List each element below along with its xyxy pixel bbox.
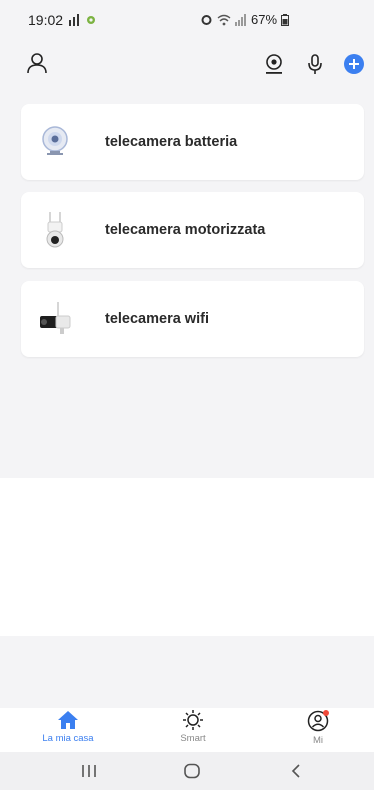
battery-icon [281, 13, 290, 26]
camera-icon [266, 54, 282, 74]
recent-apps-icon [82, 765, 96, 777]
device-card[interactable]: telecamera wifi [21, 281, 364, 357]
home-icon [58, 711, 78, 729]
tab-home[interactable]: La mia casa [28, 710, 108, 744]
back-button[interactable] [285, 760, 307, 782]
bottom-spacer [0, 636, 374, 708]
motorized-camera-icon [35, 210, 75, 250]
microphone-button[interactable] [303, 52, 327, 76]
tab-me-label: Mi [312, 735, 324, 746]
cell-signal-icon [235, 13, 246, 26]
person-outline-icon [27, 53, 47, 74]
device-name: telecamera wifi [105, 311, 209, 327]
wifi-camera-icon [35, 299, 75, 339]
recent-apps-button[interactable] [78, 760, 100, 782]
device-card[interactable]: telecamera batteria [21, 104, 364, 180]
status-time: 19:02 [28, 12, 64, 28]
system-nav-bar [0, 752, 374, 790]
notification-dot-icon [323, 710, 329, 716]
device-name: telecamera motorizzata [105, 222, 266, 238]
user-circle-icon [307, 710, 329, 732]
tab-smart[interactable]: Smart [153, 710, 233, 744]
alarm-icon [201, 15, 212, 25]
header-bar [0, 40, 374, 90]
sun-icon [183, 710, 203, 730]
battery-percent: 67% [251, 12, 278, 27]
home-nav-button[interactable] [181, 760, 203, 782]
home-nav-icon [184, 763, 200, 779]
add-device-button[interactable] [342, 52, 366, 76]
tab-smart-label: Smart [180, 733, 206, 744]
tab-home-label: La mia casa [42, 733, 94, 744]
battery-camera-icon [35, 122, 75, 162]
back-chevron-icon [291, 764, 300, 778]
device-card[interactable]: telecamera motorizzata [21, 192, 364, 268]
wifi-icon [217, 14, 231, 25]
app-notification-icon [87, 16, 96, 24]
camera-button[interactable] [262, 52, 286, 76]
microphone-icon [308, 54, 322, 74]
tab-me[interactable]: Mi [278, 710, 358, 746]
plus-circle-icon [344, 54, 364, 74]
device-name: telecamera batteria [105, 134, 238, 150]
profile-button[interactable] [24, 50, 50, 76]
signal-bars-icon [69, 14, 80, 26]
status-bar: 19:02 67% [0, 0, 374, 40]
tab-bar: La mia casa Smart Mi [0, 708, 374, 752]
